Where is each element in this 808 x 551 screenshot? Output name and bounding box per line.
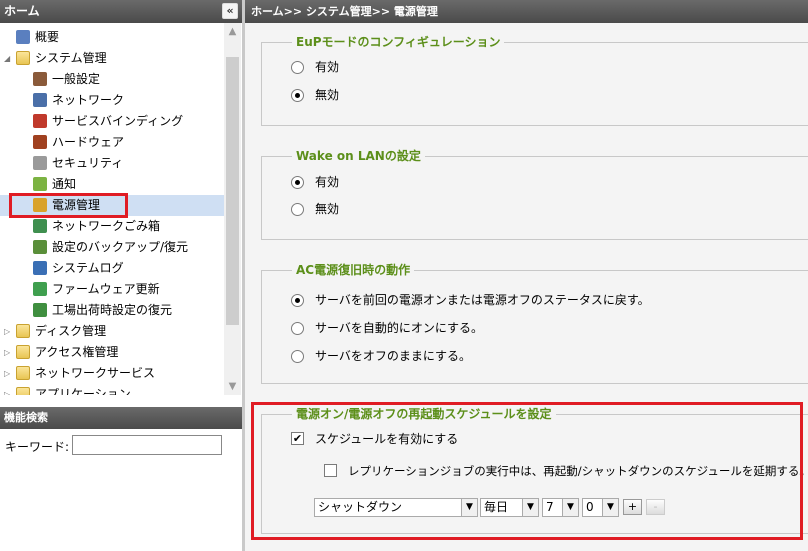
collapsed-arrow-icon[interactable]: ▷	[4, 363, 12, 384]
function-search-title: 機能検索	[4, 411, 48, 424]
general-settings-icon	[33, 72, 47, 86]
tree-item-label: ファームウェア更新	[52, 282, 160, 296]
notification-icon	[33, 177, 47, 191]
tree-item[interactable]: サービスバインディング	[0, 111, 224, 132]
tree-item-label: ネットワークごみ箱	[52, 219, 161, 233]
eup-disable-radio[interactable]	[291, 89, 304, 102]
tree-scrollbar[interactable]: ▲ ▼	[224, 23, 241, 395]
ac-auto-on-label: サーバを自動的にオンにする。	[315, 321, 484, 335]
wake-on-lan-section: Wake on LANの設定 有効 無効	[261, 147, 808, 240]
folder-icon	[16, 324, 30, 338]
folder-icon	[16, 51, 30, 65]
factory-reset-icon	[33, 303, 47, 317]
tree-item-label: 通知	[52, 177, 77, 191]
security-icon	[33, 156, 47, 170]
wol-disable-radio[interactable]	[291, 203, 304, 216]
tree-item[interactable]: 設定のバックアップ/復元	[0, 237, 224, 258]
breadcrumb-text: ホーム>> システム管理>> 電源管理	[251, 5, 438, 18]
hardware-icon	[33, 135, 47, 149]
tree-item-label: 設定のバックアップ/復元	[52, 240, 189, 254]
ac-power-recovery-title: AC電源復旧時の動作	[292, 261, 415, 279]
eup-enable-radio[interactable]	[291, 61, 304, 74]
wol-enable-radio[interactable]	[291, 176, 304, 189]
tree-item[interactable]: ファームウェア更新	[0, 279, 224, 300]
eup-enable-label: 有効	[315, 60, 340, 74]
system-log-icon	[33, 261, 47, 275]
schedule-highlight	[251, 402, 803, 540]
eup-mode-section: EuPモードのコンフィギュレーション 有効 無効	[261, 33, 808, 126]
tree-item[interactable]: ネットワークごみ箱	[0, 216, 224, 237]
wol-disable-label: 無効	[315, 202, 340, 216]
tree-item-label: システム管理	[35, 51, 107, 65]
ac-restore-previous-radio[interactable]	[291, 294, 304, 307]
tree-item[interactable]: ◢ システム管理	[0, 48, 224, 69]
firmware-update-icon	[33, 282, 47, 296]
tree-item-label: 一般設定	[52, 72, 101, 86]
eup-disable-label: 無効	[315, 88, 340, 102]
network-icon	[33, 93, 47, 107]
power-management-highlight	[9, 193, 128, 218]
folder-icon	[16, 387, 30, 395]
keyword-input[interactable]	[72, 435, 222, 455]
eup-mode-title: EuPモードのコンフィギュレーション	[292, 33, 505, 51]
tree-item[interactable]: ▷ アクセス権管理	[0, 342, 224, 363]
tree-item[interactable]: 通知	[0, 174, 224, 195]
collapsed-arrow-icon[interactable]: ▷	[4, 321, 12, 342]
tree-item-label: 工場出荷時設定の復元	[52, 303, 173, 317]
network-recycle-bin-icon	[33, 219, 47, 233]
function-search-header: 機能検索	[0, 407, 242, 429]
ac-stay-off-radio[interactable]	[291, 350, 304, 363]
overview-icon	[16, 30, 30, 44]
expanded-arrow-icon[interactable]: ◢	[4, 48, 12, 69]
tree-item-label: サービスバインディング	[52, 114, 184, 128]
ac-power-recovery-section: AC電源復旧時の動作 サーバを前回の電源オンまたは電源オフのステータスに戻す。 …	[261, 261, 808, 384]
breadcrumb: ホーム>> システム管理>> 電源管理	[245, 0, 808, 23]
tree-item-label: アプリケーション	[35, 387, 131, 395]
scroll-up-arrow-icon[interactable]: ▲	[224, 23, 241, 40]
tree-item[interactable]: 一般設定	[0, 69, 224, 90]
ac-stay-off-label: サーバをオフのままにする。	[315, 349, 472, 363]
tree-item-label: システムログ	[52, 261, 124, 275]
left-navigation-panel: ホーム « 概要 ◢ システム管理一般設定ネットワークサービスバインディング ハードウ…	[0, 0, 242, 551]
tree-item-label: ハードウェア	[52, 135, 125, 149]
scroll-down-arrow-icon[interactable]: ▼	[224, 378, 241, 395]
tree-item-label: ネットワーク	[52, 93, 125, 107]
folder-icon	[16, 345, 30, 359]
tree-item[interactable]: ネットワーク	[0, 90, 224, 111]
tree-item[interactable]: 工場出荷時設定の復元	[0, 300, 224, 321]
wol-enable-label: 有効	[315, 175, 340, 189]
scrollbar-thumb[interactable]	[226, 57, 239, 325]
ac-auto-on-radio[interactable]	[291, 322, 304, 335]
backup-restore-icon	[33, 240, 47, 254]
tree-item-label: セキュリティ	[52, 156, 124, 170]
function-search-panel: 機能検索 キーワード:	[0, 407, 242, 551]
tree-item-label: アクセス権管理	[35, 345, 119, 359]
tree-item[interactable]: ▷ ディスク管理	[0, 321, 224, 342]
collapse-panel-button[interactable]: «	[222, 3, 238, 19]
tree-item[interactable]: ハードウェア	[0, 132, 224, 153]
navigation-header: ホーム «	[0, 0, 242, 23]
tree-item[interactable]: ▷ アプリケーション	[0, 384, 224, 395]
navigation-title: ホーム	[4, 4, 40, 18]
collapsed-arrow-icon[interactable]: ▷	[4, 384, 12, 395]
tree-item[interactable]: ▷ ネットワークサービス	[0, 363, 224, 384]
tree-item-label: ネットワークサービス	[35, 366, 156, 380]
service-binding-icon	[33, 114, 47, 128]
tree-item[interactable]: 概要	[0, 27, 224, 48]
ac-restore-previous-label: サーバを前回の電源オンまたは電源オフのステータスに戻す。	[315, 293, 650, 307]
tree-item-label: 概要	[35, 30, 60, 44]
collapsed-arrow-icon[interactable]: ▷	[4, 342, 12, 363]
folder-icon	[16, 366, 30, 380]
tree-item[interactable]: システムログ	[0, 258, 224, 279]
wake-on-lan-title: Wake on LANの設定	[292, 147, 425, 165]
tree-item[interactable]: セキュリティ	[0, 153, 224, 174]
keyword-label: キーワード:	[5, 440, 70, 454]
tree-item-label: ディスク管理	[35, 324, 107, 338]
